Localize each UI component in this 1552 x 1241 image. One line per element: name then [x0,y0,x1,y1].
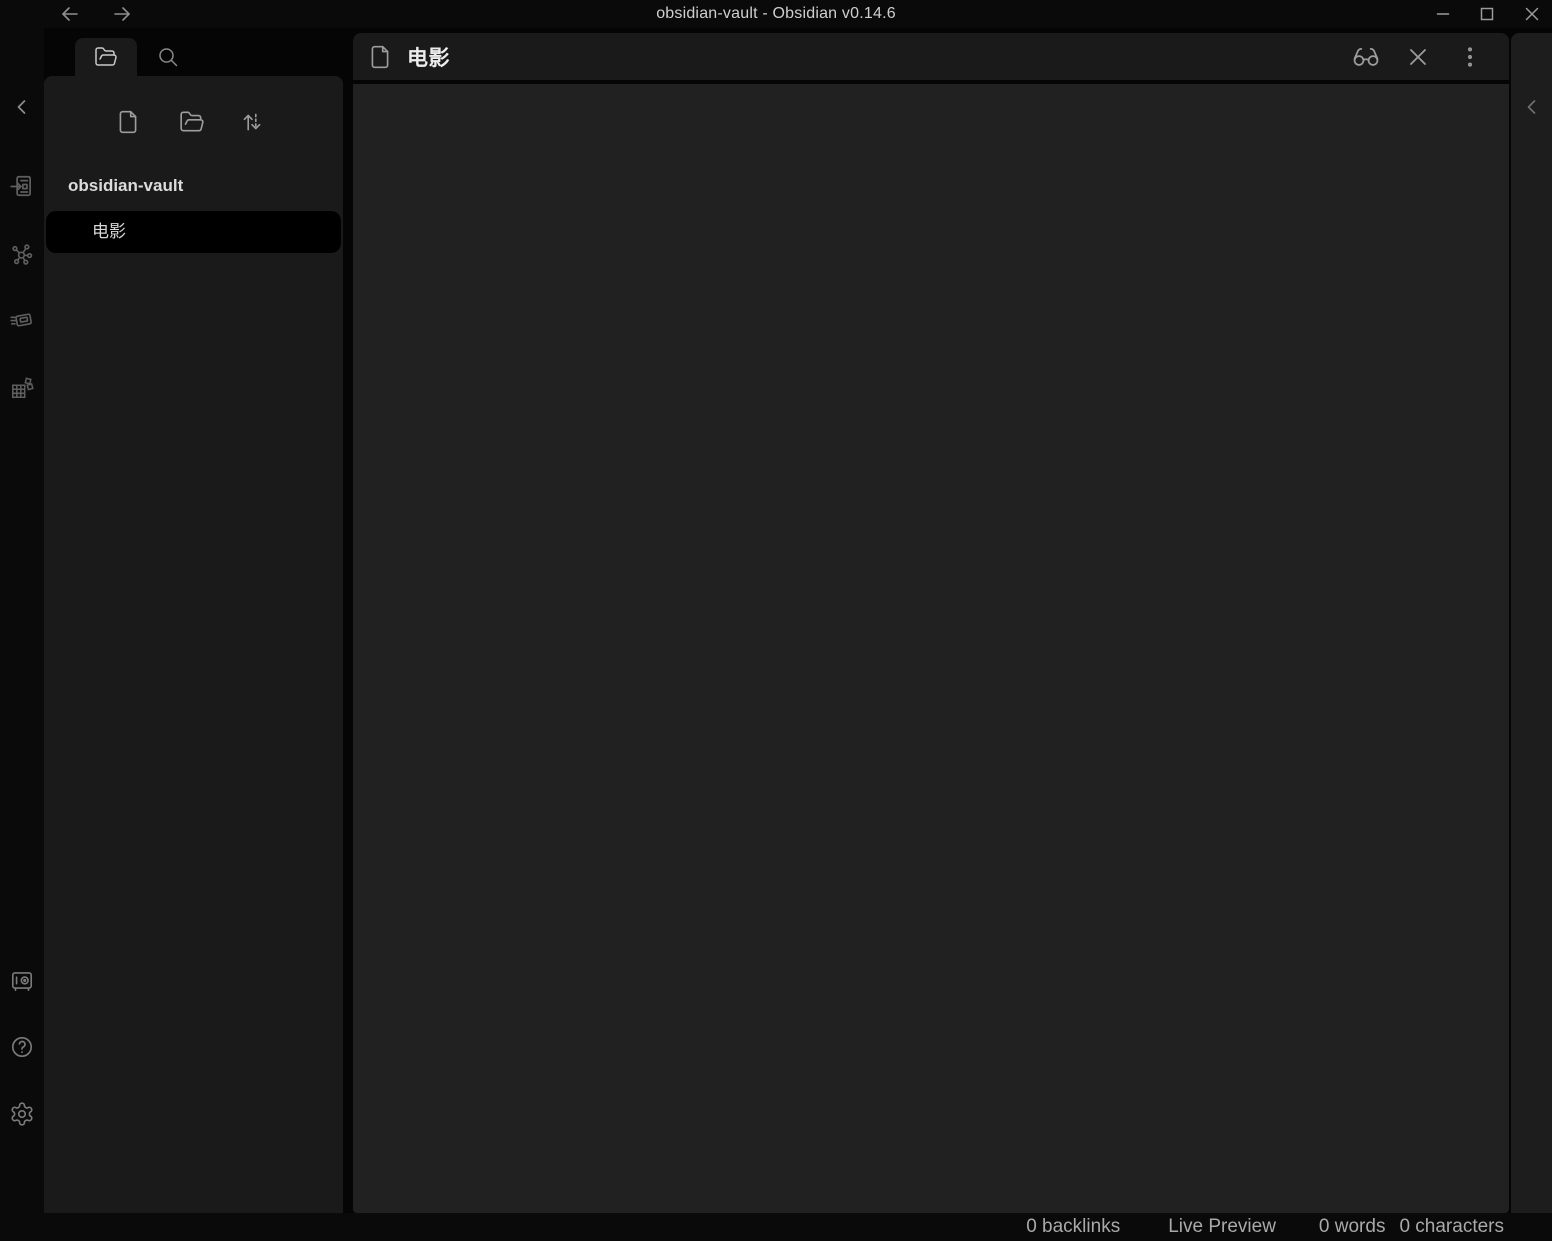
right-sidebar-collapsed [1511,33,1552,1213]
more-vertical-icon [1457,44,1483,70]
sort-order-button[interactable] [236,106,268,138]
chevron-left-icon [1520,95,1544,119]
editor-pane: 电影 [353,33,1509,1213]
minimize-icon [1432,3,1454,25]
glasses-icon [1352,43,1380,71]
backlinks-count[interactable]: 0 backlinks [1026,1216,1120,1238]
search-icon [156,45,180,69]
fast-card-button[interactable] [9,307,35,333]
collapse-left-sidebar-button[interactable] [9,94,35,120]
new-folder-icon [179,109,205,135]
word-count: 0 words [1319,1216,1386,1238]
editor-mode-toggle[interactable]: Live Preview [1168,1216,1276,1238]
go-to-file-icon [9,173,35,199]
maximize-button[interactable] [1471,2,1503,26]
document-icon [367,44,393,70]
tab-search[interactable] [137,38,199,76]
new-file-icon [115,109,141,135]
close-icon [1405,44,1431,70]
tab-file-explorer[interactable] [75,38,137,76]
explorer-toolbar [44,106,343,138]
vault-icon [9,968,35,994]
settings-button[interactable] [9,1101,35,1127]
file-explorer-panel: obsidian-vault 电影 [44,76,343,1213]
chevron-left-icon [10,95,34,119]
editor-tab-header: 电影 [353,33,1509,80]
folder-icon [94,45,118,69]
title-bar: obsidian-vault - Obsidian v0.14.6 [0,0,1552,28]
graph-view-button[interactable] [9,241,35,267]
help-button[interactable] [9,1034,35,1060]
quick-switcher-button[interactable] [9,173,35,199]
window-close-button[interactable] [1516,2,1548,26]
expand-right-sidebar-button[interactable] [1519,94,1545,120]
close-icon [1521,3,1543,25]
maximize-icon [1476,3,1498,25]
open-vault-button[interactable] [9,968,35,994]
grid-blocks-icon [9,375,35,401]
close-tab-button[interactable] [1403,42,1433,72]
blocks-grid-button[interactable] [9,375,35,401]
editor-content[interactable] [353,84,1509,1213]
file-tree-item-selected[interactable]: 电影 [46,211,341,253]
sort-arrows-icon [239,109,265,135]
card-speed-icon [9,307,35,333]
question-circle-icon [9,1034,35,1060]
minimize-button[interactable] [1427,2,1459,26]
character-count: 0 characters [1399,1216,1504,1238]
new-folder-button[interactable] [176,106,208,138]
note-title: 电影 [407,42,450,72]
left-ribbon [0,28,44,1213]
status-bar: 0 backlinks Live Preview 0 words 0 chara… [0,1213,1552,1241]
reading-view-button[interactable] [1351,42,1381,72]
new-note-button[interactable] [112,106,144,138]
graph-icon [9,241,35,267]
vault-name[interactable]: obsidian-vault [68,176,183,196]
gear-icon [9,1101,35,1127]
window-title: obsidian-vault - Obsidian v0.14.6 [0,0,1552,28]
more-options-button[interactable] [1455,42,1485,72]
